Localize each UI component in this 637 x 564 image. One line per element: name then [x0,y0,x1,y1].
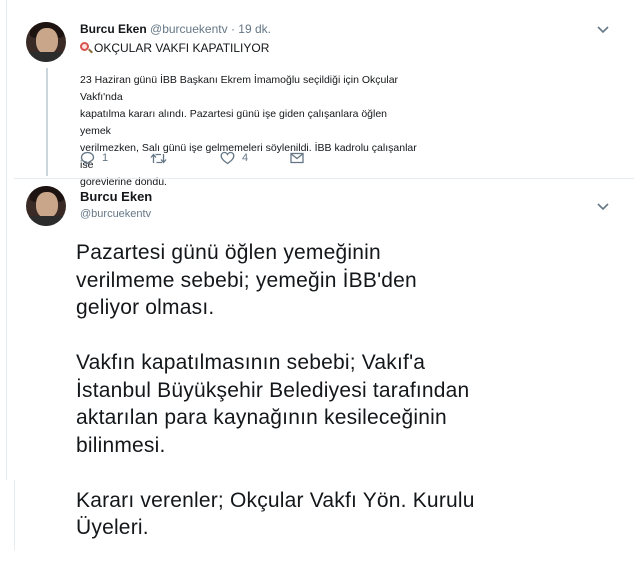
avatar[interactable] [26,22,66,62]
retweet-button[interactable] [150,152,220,165]
reply-count: 1 [102,152,109,164]
tweet-text-line: bilinmesi. [76,433,166,457]
tweet-text-line: Pazartesi günü öğlen yemeğinin [76,241,381,264]
tweet-text-line: geliyor olması. [76,296,215,319]
tweet-text-line: İstanbul Büyükşehir Belediyesi tarafında… [76,378,470,402]
tweet-text: 23 Haziran günü İBB Başkanı Ekrem İmamoğ… [80,72,420,191]
like-count: 4 [242,152,249,164]
direct-message-button[interactable] [290,152,360,164]
timestamp[interactable]: 19 dk. [238,22,271,36]
tweet-actions: 1 4 [80,151,360,165]
author-name[interactable]: Burcu Eken [80,188,152,205]
author-handle[interactable]: @burcuekentv [80,207,151,221]
separator: · [230,22,235,36]
reply-icon [80,151,95,165]
author-handle[interactable]: @burcuekentv [150,22,228,36]
avatar[interactable] [26,186,66,226]
envelope-icon [290,152,304,164]
magnifier-emoji-icon [80,42,93,54]
author-name[interactable]: Burcu Eken [80,22,147,36]
heart-icon [220,151,235,165]
tweet-text-line: verilmeme sebebi; yemeğin İBB'den [76,268,417,292]
tweet-headline-text: OKÇULAR VAKFI KAPATILIYOR [94,41,270,55]
reply-button[interactable]: 1 [80,151,150,165]
tweet-text-line: Kararı verenler; Okçular Vakfı Yön. Kuru… [76,488,475,512]
chevron-down-icon[interactable] [595,24,611,36]
chevron-down-icon[interactable] [595,201,611,213]
like-button[interactable]: 4 [220,151,290,165]
tweet-text-line: Üyeleri. [76,516,149,539]
tweet-1[interactable]: Burcu Eken @burcuekentv · 19 dk. OKÇULAR… [0,0,637,188]
retweet-icon [150,152,167,164]
tweet-text: Pazartesi günü öğlen yemeğinin verilmeme… [76,239,624,542]
tweet-text-line: kapatılma kararı alındı. Pazartesi günü … [80,108,388,137]
tweet-text-line: 23 Haziran günü İBB Başkanı Ekrem İmamoğ… [80,74,399,103]
tweet-headline: OKÇULAR VAKFI KAPATILIYOR [80,40,269,56]
thread-connector-line [46,68,48,176]
tweet-header: Burcu Eken @burcuekentv · 19 dk. [80,21,271,37]
tweet-text-line: Vakfın kapatılmasının sebebi; Vakıf'a [76,351,426,374]
timeline-left-border-lower [14,480,15,550]
tweet-text-line: aktarılan para kaynağının kesileceğinin [76,406,447,429]
tweet-divider [14,178,634,179]
